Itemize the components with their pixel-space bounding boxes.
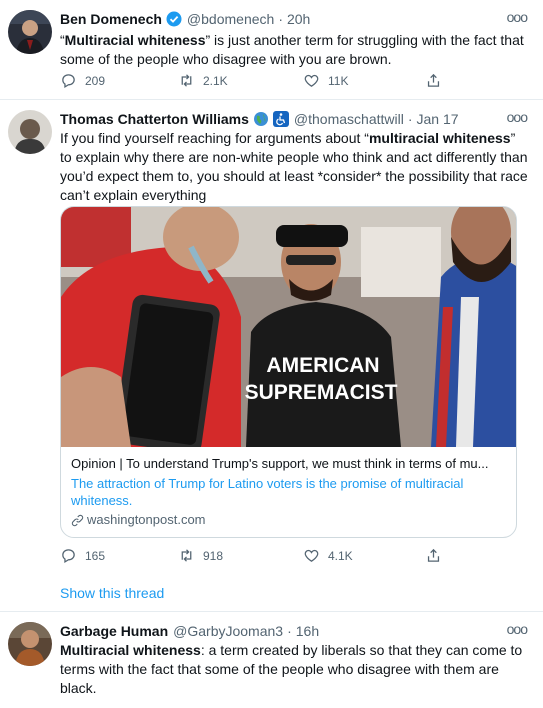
like-button[interactable]: 4.1K: [303, 547, 353, 564]
reply-count: 165: [85, 548, 106, 563]
reply-icon: [62, 549, 75, 564]
wheelchair-icon: [272, 111, 289, 127]
tweet-2[interactable]: Thomas Chatterton Williams @thomaschattw…: [0, 100, 543, 612]
like-count: 11K: [328, 73, 349, 88]
link-preview-card[interactable]: AMERICAN SUPREMACIST Opinion | To unders…: [60, 206, 517, 538]
retweet-icon: [181, 74, 192, 87]
avatar[interactable]: [8, 622, 52, 666]
tweet-text: “Multiracial whiteness” is just another …: [60, 32, 524, 67]
share-button[interactable]: [425, 547, 450, 564]
tweet-text: Multiracial whiteness: a term created by…: [60, 642, 523, 696]
like-count: 4.1K: [328, 548, 353, 563]
retweet-count: 2.1K: [203, 73, 228, 88]
reply-button[interactable]: 165: [60, 547, 105, 564]
more-options-icon[interactable]: ooo: [507, 621, 528, 637]
separator: ·: [278, 11, 283, 27]
author-name[interactable]: Garbage Human: [60, 621, 168, 641]
share-icon: [427, 548, 440, 562]
shirt-text-line1: AMERICAN: [266, 354, 379, 377]
verified-badge-icon: [166, 11, 182, 27]
highlighted-term: Multiracial whiteness: [64, 32, 206, 48]
timestamp[interactable]: 16h: [296, 621, 319, 641]
retweet-button[interactable]: 918: [178, 547, 223, 564]
heart-icon: [304, 74, 319, 87]
tweet-text: If you find yourself reaching for argume…: [60, 130, 528, 203]
reply-count: 209: [85, 73, 106, 88]
retweet-button[interactable]: 2.1K: [178, 72, 228, 89]
author-handle[interactable]: @bdomenech: [187, 9, 274, 29]
show-thread-link[interactable]: Show this thread: [60, 585, 164, 601]
more-options-icon[interactable]: ooo: [507, 109, 528, 125]
globe-icon: [253, 111, 269, 127]
reply-icon: [62, 74, 75, 89]
article-domain[interactable]: washingtonpost.com: [71, 511, 506, 529]
link-icon: [71, 514, 84, 526]
separator: ·: [407, 111, 413, 127]
highlighted-term: Multiracial whiteness: [60, 642, 201, 658]
article-description[interactable]: The attraction of Trump for Latino voter…: [71, 475, 506, 509]
more-options-icon[interactable]: ooo: [507, 9, 528, 25]
author-name[interactable]: Ben Domenech: [60, 9, 162, 29]
author-name[interactable]: Thomas Chatterton Williams: [60, 109, 249, 129]
avatar[interactable]: [8, 110, 52, 154]
article-title[interactable]: Opinion | To understand Trump's support,…: [71, 455, 506, 473]
timestamp[interactable]: Jan 17: [417, 109, 459, 129]
author-handle[interactable]: @GarbyJooman3: [173, 621, 283, 641]
share-button[interactable]: [425, 72, 450, 89]
article-image: AMERICAN SUPREMACIST: [61, 207, 516, 447]
separator: ·: [287, 623, 292, 639]
tweet-1[interactable]: Ben Domenech @bdomenech · 20h ooo “Multi…: [0, 0, 543, 100]
timestamp[interactable]: 20h: [287, 9, 310, 29]
retweet-count: 918: [203, 548, 224, 563]
highlighted-term: multiracial whiteness: [368, 130, 511, 146]
tweet-3[interactable]: Garbage Human @GarbyJooman3 · 16h ooo Mu…: [0, 612, 543, 708]
like-button[interactable]: 11K: [303, 72, 348, 89]
retweet-icon: [181, 549, 192, 562]
reply-button[interactable]: 209: [60, 72, 105, 89]
share-icon: [427, 73, 440, 87]
heart-icon: [304, 549, 319, 562]
shirt-text-line2: SUPREMACIST: [245, 381, 398, 404]
author-handle[interactable]: @thomaschattwill: [294, 109, 404, 129]
avatar[interactable]: [8, 10, 52, 54]
